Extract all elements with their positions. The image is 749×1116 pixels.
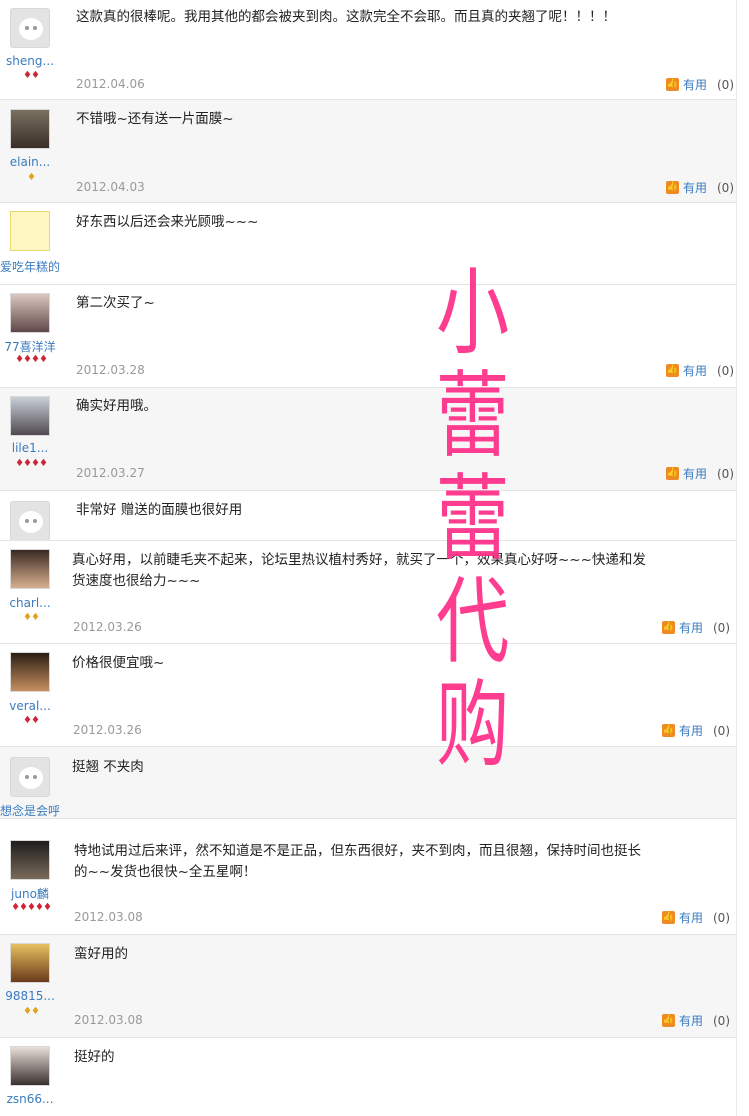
avatar[interactable] bbox=[10, 8, 50, 48]
avatar[interactable] bbox=[10, 501, 50, 540]
avatar[interactable] bbox=[10, 549, 50, 589]
review-item: 98815... ♦♦ 蛮好用的 2012.03.08 👍 有用 (0) bbox=[0, 935, 736, 1038]
username[interactable]: lile1... bbox=[0, 441, 60, 455]
useful-count: (0) bbox=[713, 910, 730, 925]
review-text: 这款真的很棒呢。我用其他的都会被夹到肉。这款完全不会耶。而且真的夹翘了呢！！！！ bbox=[76, 9, 616, 25]
useful-label: 有用 bbox=[682, 78, 707, 92]
username[interactable]: veral... bbox=[0, 699, 60, 713]
thumbs-up-icon: 👍 bbox=[665, 78, 679, 91]
review-item: lile1... ♦♦♦♦ 确实好用哦。 2012.03.27 👍 有用 (0) bbox=[0, 388, 736, 491]
useful-button[interactable]: 👍 有用 (0) bbox=[661, 619, 730, 636]
user-level-badge: ♦♦ bbox=[23, 715, 40, 726]
user-level-badge: ♦♦ bbox=[23, 70, 40, 81]
avatar[interactable] bbox=[10, 211, 50, 251]
useful-count: (0) bbox=[717, 466, 734, 481]
review-item: 77喜洋洋 ♦♦♦♦ 第二次买了~ 2012.03.28 👍 有用 (0) bbox=[0, 285, 736, 388]
review-date: 2012.03.26 bbox=[73, 620, 142, 634]
thumbs-up-icon: 👍 bbox=[661, 724, 675, 737]
thumbs-up-icon: 👍 bbox=[661, 911, 675, 924]
review-text: 挺翘 不夹肉 bbox=[72, 759, 144, 775]
user-level-badge: ♦♦♦♦ bbox=[15, 354, 48, 365]
useful-button[interactable]: 👍 有用 (0) bbox=[665, 362, 734, 379]
review-item: zsn66... 挺好的 bbox=[0, 1038, 736, 1116]
review-item: 爱吃年糕的... 好东西以后还会来光顾哦~~~ bbox=[0, 203, 736, 285]
user-level-badge: ♦♦♦♦♦ bbox=[11, 902, 52, 913]
thumbs-up-icon: 👍 bbox=[665, 181, 679, 194]
useful-button[interactable]: 👍 有用 (0) bbox=[665, 76, 734, 93]
useful-button[interactable]: 👍 有用 (0) bbox=[661, 1012, 730, 1029]
useful-label: 有用 bbox=[682, 181, 707, 195]
avatar[interactable] bbox=[10, 652, 50, 692]
username[interactable]: elain... bbox=[0, 155, 60, 169]
review-text: 真心好用，以前睫毛夹不起来，论坛里热议植村秀好，就买了一个，效果真心好呀~~~快… bbox=[72, 552, 646, 589]
avatar[interactable] bbox=[10, 1046, 50, 1086]
avatar[interactable] bbox=[10, 396, 50, 436]
review-text: 挺好的 bbox=[74, 1049, 115, 1065]
useful-label: 有用 bbox=[678, 724, 703, 738]
avatar[interactable] bbox=[10, 840, 50, 880]
divider-line bbox=[736, 0, 737, 1116]
useful-label: 有用 bbox=[678, 911, 703, 925]
review-item: charl... ♦♦ 真心好用，以前睫毛夹不起来，论坛里热议植村秀好，就买了一… bbox=[0, 541, 736, 644]
avatar[interactable] bbox=[10, 757, 50, 797]
review-text: 非常好 赠送的面膜也很好用 bbox=[76, 502, 243, 518]
review-date: 2012.03.28 bbox=[76, 363, 145, 377]
review-date: 2012.03.08 bbox=[74, 1013, 143, 1027]
user-level-badge: ♦♦ bbox=[23, 1006, 40, 1017]
useful-count: (0) bbox=[717, 77, 734, 92]
useful-label: 有用 bbox=[682, 467, 707, 481]
username[interactable]: 98815... bbox=[0, 989, 60, 1003]
useful-count: (0) bbox=[717, 180, 734, 195]
review-date: 2012.04.06 bbox=[76, 77, 145, 91]
review-text: 特地试用过后来评，然不知道是不是正品，但东西很好，夹不到肉，而且很翘，保持时间也… bbox=[74, 843, 641, 880]
review-item: 非常好 赠送的面膜也很好用 bbox=[0, 491, 736, 541]
username[interactable]: 爱吃年糕的... bbox=[0, 258, 60, 275]
avatar[interactable] bbox=[10, 943, 50, 983]
useful-count: (0) bbox=[713, 620, 730, 635]
review-item: elain... ♦ 不错哦~还有送一片面膜~ 2012.04.03 👍 有用 … bbox=[0, 100, 736, 203]
avatar[interactable] bbox=[10, 293, 50, 333]
username[interactable]: zsn66... bbox=[0, 1092, 60, 1106]
user-level-badge: ♦♦♦♦ bbox=[15, 458, 48, 469]
review-text: 好东西以后还会来光顾哦~~~ bbox=[76, 214, 259, 230]
useful-label: 有用 bbox=[678, 1014, 703, 1028]
thumbs-up-icon: 👍 bbox=[665, 364, 679, 377]
useful-button[interactable]: 👍 有用 (0) bbox=[665, 465, 734, 482]
useful-button[interactable]: 👍 有用 (0) bbox=[665, 179, 734, 196]
review-item: veral... ♦♦ 价格很便宜哦~ 2012.03.26 👍 有用 (0) bbox=[0, 644, 736, 747]
review-date: 2012.04.03 bbox=[76, 180, 145, 194]
review-item: sheng... ♦♦ 这款真的很棒呢。我用其他的都会被夹到肉。这款完全不会耶。… bbox=[0, 0, 736, 100]
useful-label: 有用 bbox=[678, 621, 703, 635]
review-date: 2012.03.27 bbox=[76, 466, 145, 480]
review-item: juno麟 ♦♦♦♦♦ 特地试用过后来评，然不知道是不是正品，但东西很好，夹不到… bbox=[0, 832, 736, 935]
useful-count: (0) bbox=[717, 363, 734, 378]
useful-count: (0) bbox=[713, 723, 730, 738]
avatar[interactable] bbox=[10, 109, 50, 149]
review-text: 不错哦~还有送一片面膜~ bbox=[76, 111, 234, 127]
username[interactable]: charl... bbox=[0, 596, 60, 610]
review-date: 2012.03.08 bbox=[74, 910, 143, 924]
username[interactable]: juno麟 bbox=[0, 885, 60, 902]
review-text: 第二次买了~ bbox=[76, 295, 155, 311]
username[interactable]: sheng... bbox=[0, 54, 60, 68]
useful-count: (0) bbox=[713, 1013, 730, 1028]
useful-label: 有用 bbox=[682, 364, 707, 378]
review-text: 确实好用哦。 bbox=[76, 398, 157, 414]
review-date: 2012.03.26 bbox=[73, 723, 142, 737]
user-level-badge: ♦♦ bbox=[23, 612, 40, 623]
thumbs-up-icon: 👍 bbox=[661, 1014, 675, 1027]
user-level-badge: ♦ bbox=[27, 172, 36, 183]
review-item: 想念是会呼... 挺翘 不夹肉 bbox=[0, 747, 736, 819]
useful-button[interactable]: 👍 有用 (0) bbox=[661, 722, 730, 739]
username[interactable]: 想念是会呼... bbox=[0, 802, 60, 819]
review-text: 蛮好用的 bbox=[74, 946, 128, 962]
useful-button[interactable]: 👍 有用 (0) bbox=[661, 909, 730, 926]
review-text: 价格很便宜哦~ bbox=[72, 655, 165, 671]
username[interactable]: 77喜洋洋 bbox=[0, 338, 60, 355]
thumbs-up-icon: 👍 bbox=[665, 467, 679, 480]
thumbs-up-icon: 👍 bbox=[661, 621, 675, 634]
